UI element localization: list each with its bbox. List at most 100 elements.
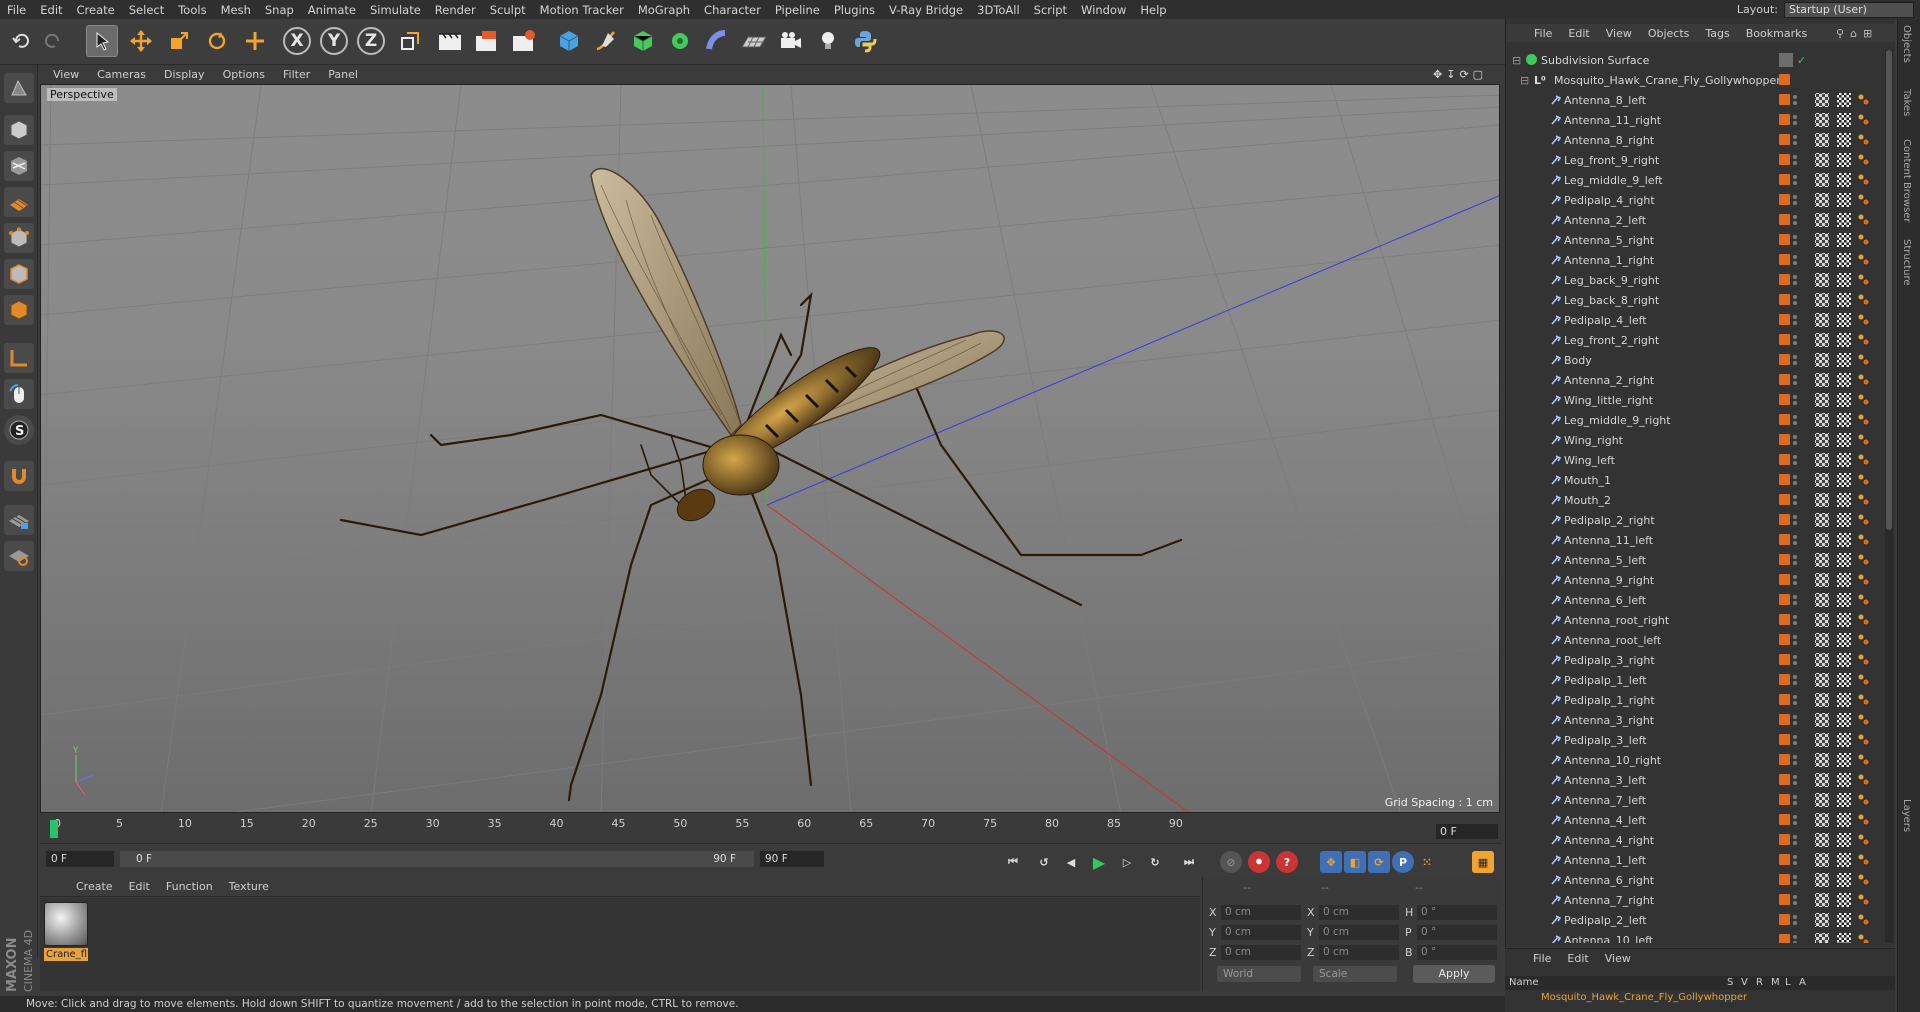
material-tag-icon[interactable] bbox=[1815, 113, 1829, 127]
light-object-icon[interactable] bbox=[812, 25, 844, 57]
material-tag-icon[interactable] bbox=[1815, 933, 1829, 943]
layer-color-tag[interactable] bbox=[1779, 734, 1790, 745]
layer-color-tag[interactable] bbox=[1779, 474, 1790, 485]
render-settings-icon[interactable] bbox=[508, 25, 540, 57]
editor-visibility-dot[interactable] bbox=[1793, 695, 1797, 699]
deformer-bend-icon[interactable] bbox=[701, 25, 733, 57]
material-name[interactable]: Crane_fl bbox=[44, 948, 88, 961]
layer-color-tag[interactable] bbox=[1779, 414, 1790, 425]
layer-color-tag[interactable] bbox=[1779, 774, 1790, 785]
uvw-tag-icon[interactable] bbox=[1837, 813, 1851, 827]
uvw-tag-icon[interactable] bbox=[1837, 613, 1851, 627]
viewport-menu-panel[interactable]: Panel bbox=[319, 68, 367, 81]
tree-row[interactable]: Antenna_8_right bbox=[1506, 130, 1883, 150]
tree-row[interactable]: Pedipalp_3_left bbox=[1506, 730, 1883, 750]
editor-visibility-dot[interactable] bbox=[1793, 275, 1797, 279]
tree-row[interactable]: Antenna_4_right bbox=[1506, 830, 1883, 850]
layer-color-tag[interactable] bbox=[1779, 394, 1790, 405]
uvw-tag-icon[interactable] bbox=[1837, 473, 1851, 487]
render-visibility-dot[interactable] bbox=[1793, 141, 1797, 145]
material-tag-icon[interactable] bbox=[1815, 613, 1829, 627]
tree-row[interactable]: Pedipalp_2_right bbox=[1506, 510, 1883, 530]
editor-visibility-dot[interactable] bbox=[1793, 835, 1797, 839]
editor-visibility-dot[interactable] bbox=[1793, 175, 1797, 179]
phong-tag-icon[interactable] bbox=[1857, 373, 1870, 386]
menu-edit[interactable]: Edit bbox=[33, 3, 69, 17]
head[interactable] bbox=[672, 483, 721, 527]
phong-tag-icon[interactable] bbox=[1857, 433, 1870, 446]
tree-row[interactable]: Body bbox=[1506, 350, 1883, 370]
camera-object-icon[interactable] bbox=[775, 25, 807, 57]
phong-tag-icon[interactable] bbox=[1857, 113, 1870, 126]
layer-color-tag[interactable] bbox=[1779, 854, 1790, 865]
tree-row[interactable]: Antenna_root_left bbox=[1506, 630, 1883, 650]
render-visibility-dot[interactable] bbox=[1793, 861, 1797, 865]
rot-b-field[interactable]: 0 ° bbox=[1417, 945, 1497, 960]
layer-color-tag[interactable] bbox=[1779, 634, 1790, 645]
viewport-menu-display[interactable]: Display bbox=[155, 68, 214, 81]
tree-row[interactable]: Leg_middle_9_right bbox=[1506, 410, 1883, 430]
python-script-icon[interactable] bbox=[849, 25, 881, 57]
render-visibility-dot[interactable] bbox=[1793, 741, 1797, 745]
uvw-tag-icon[interactable] bbox=[1837, 453, 1851, 467]
tree-row[interactable]: Leg_middle_9_left bbox=[1506, 170, 1883, 190]
material-tag-icon[interactable] bbox=[1815, 833, 1829, 847]
material-tag-icon[interactable] bbox=[1815, 573, 1829, 587]
phong-tag-icon[interactable] bbox=[1857, 773, 1870, 786]
material-tag-icon[interactable] bbox=[1815, 173, 1829, 187]
end-frame-field[interactable]: 90 F bbox=[760, 851, 824, 867]
material-tag-icon[interactable] bbox=[1815, 773, 1829, 787]
material-tag-icon[interactable] bbox=[1815, 673, 1829, 687]
phong-tag-icon[interactable] bbox=[1857, 233, 1870, 246]
phong-tag-icon[interactable] bbox=[1857, 833, 1870, 846]
material-menu-texture[interactable]: Texture bbox=[221, 880, 277, 893]
uvw-tag-icon[interactable] bbox=[1837, 853, 1851, 867]
phong-tag-icon[interactable] bbox=[1857, 393, 1870, 406]
phong-tag-icon[interactable] bbox=[1857, 293, 1870, 306]
material-tag-icon[interactable] bbox=[1815, 393, 1829, 407]
pan-view-icon[interactable]: ✥ bbox=[1433, 68, 1442, 81]
size-y-field[interactable]: 0 cm bbox=[1319, 925, 1399, 940]
phong-tag-icon[interactable] bbox=[1857, 473, 1870, 486]
material-tag-icon[interactable] bbox=[1815, 553, 1829, 567]
tree-row[interactable]: Wing_right bbox=[1506, 430, 1883, 450]
z-axis-lock-button[interactable]: Z bbox=[357, 27, 385, 55]
coordinate-space-dropdown[interactable]: World bbox=[1217, 966, 1301, 982]
editor-visibility-dot[interactable] bbox=[1793, 795, 1797, 799]
model-mode-icon[interactable] bbox=[4, 115, 34, 145]
menu-sculpt[interactable]: Sculpt bbox=[483, 3, 533, 17]
editor-visibility-dot[interactable] bbox=[1793, 355, 1797, 359]
tree-row[interactable]: Antenna_11_left bbox=[1506, 530, 1883, 550]
transform-tool-icon[interactable] bbox=[239, 25, 271, 57]
render-visibility-dot[interactable] bbox=[1793, 181, 1797, 185]
object-menu-tags[interactable]: Tags bbox=[1697, 27, 1737, 40]
tree-row[interactable]: Antenna_2_right bbox=[1506, 370, 1883, 390]
tree-row[interactable]: Leg_back_9_right bbox=[1506, 270, 1883, 290]
tree-row[interactable]: Antenna_1_right bbox=[1506, 250, 1883, 270]
render-visibility-dot[interactable] bbox=[1793, 361, 1797, 365]
editor-visibility-dot[interactable] bbox=[1793, 715, 1797, 719]
viewport-menu-options[interactable]: Options bbox=[214, 68, 274, 81]
tree-row[interactable]: Antenna_3_left bbox=[1506, 770, 1883, 790]
material-tag-icon[interactable] bbox=[1815, 293, 1829, 307]
layer-color-tag[interactable] bbox=[1779, 274, 1790, 285]
render-visibility-dot[interactable] bbox=[1793, 621, 1797, 625]
render-visibility-dot[interactable] bbox=[1793, 301, 1797, 305]
editor-visibility-dot[interactable] bbox=[1793, 215, 1797, 219]
phong-tag-icon[interactable] bbox=[1857, 573, 1870, 586]
editor-visibility-dot[interactable] bbox=[1793, 615, 1797, 619]
scale-tool-icon[interactable] bbox=[163, 25, 195, 57]
editor-visibility-dot[interactable] bbox=[1793, 135, 1797, 139]
editor-visibility-dot[interactable] bbox=[1793, 575, 1797, 579]
phong-tag-icon[interactable] bbox=[1857, 893, 1870, 906]
render-view-icon[interactable] bbox=[434, 25, 466, 57]
tree-row[interactable]: Leg_back_8_right bbox=[1506, 290, 1883, 310]
uvw-tag-icon[interactable] bbox=[1837, 93, 1851, 107]
thorax[interactable] bbox=[702, 434, 780, 496]
object-menu-bookmarks[interactable]: Bookmarks bbox=[1738, 27, 1815, 40]
tree-row[interactable]: Antenna_8_left bbox=[1506, 90, 1883, 110]
dock-tab-structure[interactable]: Structure bbox=[1901, 239, 1912, 286]
tree-row[interactable]: Leg_front_9_right bbox=[1506, 150, 1883, 170]
uvw-tag-icon[interactable] bbox=[1837, 693, 1851, 707]
uvw-tag-icon[interactable] bbox=[1837, 253, 1851, 267]
